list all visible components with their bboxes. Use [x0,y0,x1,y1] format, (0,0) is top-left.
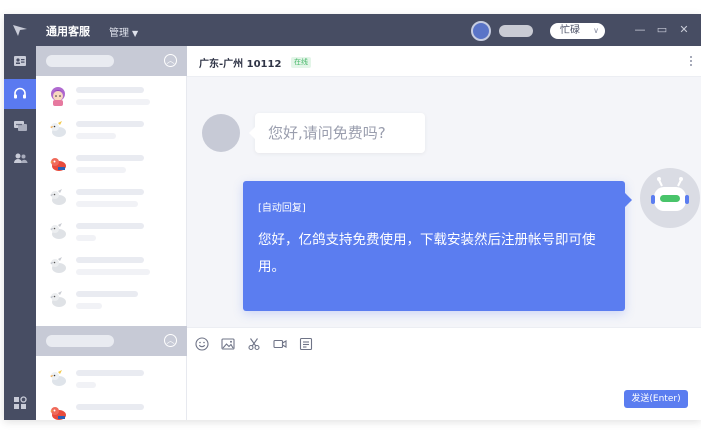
image-icon[interactable] [221,337,235,351]
apps-grid-icon [14,396,27,409]
bird-avatar-icon [50,189,66,205]
preview-placeholder [76,269,150,275]
name-placeholder [76,257,144,263]
list-item[interactable] [36,396,187,420]
preview-placeholder [76,99,150,105]
note-icon[interactable] [299,337,313,351]
preview-placeholder [76,303,102,309]
preview-placeholder [76,167,126,173]
bird-avatar-icon [50,257,66,273]
status-badge: 在线 [291,57,311,68]
list-item[interactable] [36,249,187,283]
logo-icon [13,25,27,36]
maximize-button[interactable]: ▭ [654,22,670,38]
group-name-placeholder [46,335,114,347]
name-placeholder [76,370,144,376]
bird-avatar-icon [50,223,66,239]
auto-reply-message: [自动回复] 您好，亿鸽支持免费使用，下载安装然后注册帐号即可使用。 [243,181,632,311]
chevron-down-icon: ∨ [593,26,599,35]
customer-message: 您好,请问免费吗? [249,113,425,153]
emoji-icon[interactable] [195,337,209,351]
preview-placeholder [76,235,96,241]
chevron-up-icon[interactable]: ︿ [164,54,177,67]
scissors-icon[interactable] [247,337,261,351]
contact-list: ︿ ︿ [36,46,187,420]
chat-bubbles-icon [13,121,27,131]
nav-item-apps[interactable] [4,386,36,420]
nav-item-contacts[interactable] [4,143,36,173]
input-area[interactable]: 发送(Enter) [187,327,701,420]
name-placeholder [76,291,138,297]
list-item[interactable] [36,113,187,147]
name-placeholder [76,121,144,127]
group-header[interactable]: ︿ [36,326,187,356]
list-item[interactable] [36,147,187,181]
nav-item-profile[interactable] [4,46,36,76]
list-item[interactable] [36,181,187,215]
robot-avatar-icon [640,168,700,228]
bird-avatar-icon [50,158,66,171]
status-select[interactable]: 忙碌 ∨ [550,23,605,39]
list-item[interactable] [36,362,187,396]
contacts-icon [13,153,27,163]
preview-placeholder [76,133,116,139]
agent-avatar[interactable] [471,21,491,41]
side-nav [4,46,36,420]
list-item[interactable] [36,283,187,317]
close-button[interactable]: ✕ [676,22,692,38]
bird-avatar-icon [50,370,66,386]
manage-menu[interactable]: 管理 ▼ [109,24,138,39]
headset-icon [14,87,26,99]
name-placeholder [76,223,144,229]
status-label: 忙碌 [560,25,580,36]
bird-avatar-icon [50,291,66,307]
name-placeholder [76,404,144,410]
auto-reply-text: 您好，亿鸽支持免费使用，下载安装然后注册帐号即可使用。 [258,232,596,275]
minimize-button[interactable]: — [632,22,648,38]
nav-item-service[interactable] [4,79,36,109]
bird-avatar-icon [50,121,66,137]
manage-label: 管理 [109,28,129,39]
app-title: 通用客服 [46,25,90,38]
group-name-placeholder [46,55,114,67]
name-placeholder [76,189,144,195]
list-item[interactable] [36,79,187,113]
name-placeholder [76,87,144,93]
chat-header: 广东-广州 10112 在线 [187,46,701,77]
send-button[interactable]: 发送(Enter) [624,390,688,408]
title-bar: 通用客服 管理 ▼ 忙碌 ∨ — ▭ ✕ [4,14,701,46]
message-area: 您好,请问免费吗? [自动回复] 您好，亿鸽支持免费使用，下载安装然后注册帐号即… [187,77,701,327]
more-icon[interactable] [689,54,693,68]
girl-avatar-icon [51,87,65,106]
bird-avatar-icon [50,407,66,420]
auto-reply-tag: [自动回复] [258,203,306,214]
video-icon[interactable] [273,337,287,351]
avatar [202,114,240,152]
chat-title: 广东-广州 10112 [199,59,282,70]
agent-name-placeholder [499,25,533,37]
chevron-down-icon: ▼ [132,29,139,38]
name-placeholder [76,155,144,161]
list-item[interactable] [36,215,187,249]
id-card-icon [14,56,26,66]
app-window: 通用客服 管理 ▼ 忙碌 ∨ — ▭ ✕ ︿ ︿ 广东-广州 10112 在线 … [4,14,701,420]
nav-item-messages[interactable] [4,111,36,141]
chevron-up-icon[interactable]: ︿ [164,334,177,347]
group-header[interactable]: ︿ [36,46,187,76]
preview-placeholder [76,201,138,207]
preview-placeholder [76,382,96,388]
